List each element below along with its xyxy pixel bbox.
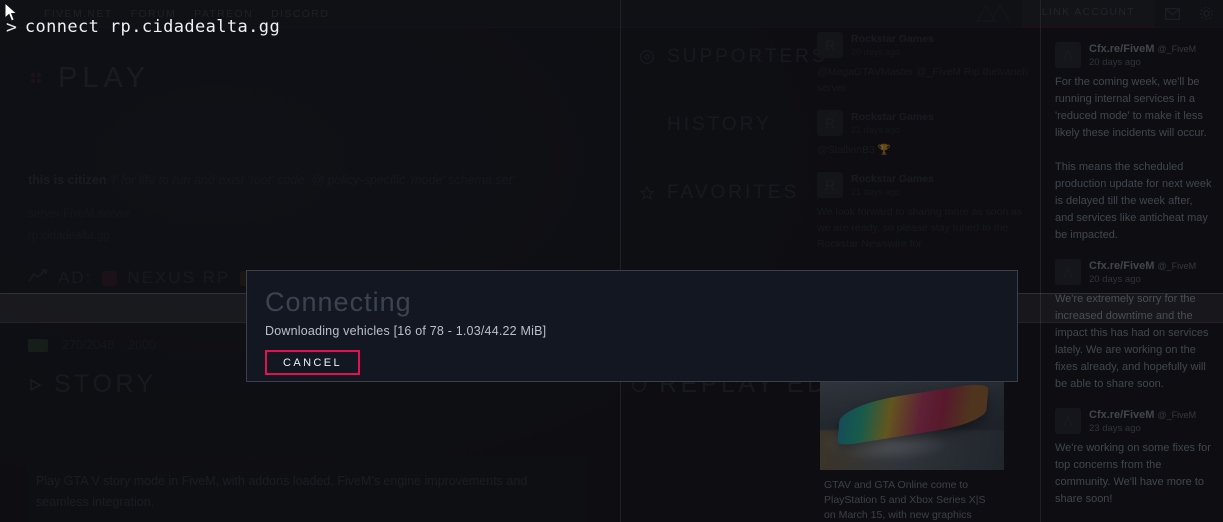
nav-patreon[interactable]: PATREON (194, 8, 253, 20)
play-title: PLAY (58, 62, 151, 94)
dialog-title: Connecting (265, 287, 412, 317)
play-icon (28, 70, 46, 88)
right-column-news-feed[interactable]: Λ Cfx.re/FiveM @_FiveM 20 days ago For t… (1040, 28, 1223, 522)
server-meta: server FiveM-server rp.cidadealta.gg (28, 203, 596, 247)
news-thumbnail (820, 382, 1004, 470)
ad-label: AD: (58, 268, 93, 287)
tweet-handle: @_FiveM (1157, 261, 1197, 271)
tweet-timestamp: 20 days ago (851, 47, 901, 57)
fivem-avatar-icon: Λ (1055, 42, 1081, 68)
fivem-avatar-icon: Λ (1055, 259, 1081, 285)
tweet-body: We're working on some fixes for top conc… (1055, 442, 1211, 505)
nav-links: FIVEM.NET FORUM PATREON DISCORD (44, 8, 329, 20)
column-divider-left (620, 0, 621, 522)
story-description: Play GTA V story mode in FiveM, with add… (36, 474, 528, 509)
mail-icon[interactable] (1155, 0, 1189, 28)
tweet-body: For the coming week, we'll be running in… (1055, 76, 1212, 241)
tweet-author: Cfx.re/FiveM @_FiveM (1089, 260, 1197, 272)
history-title: HISTORY (667, 114, 772, 135)
cancel-button[interactable]: CANCEL (265, 350, 361, 375)
trend-icon (28, 268, 48, 288)
tagline-rest: 'i' for life to run and exist 'root' cod… (106, 173, 515, 187)
server-meta-line1: server FiveM-server (28, 208, 131, 220)
avatar: R (817, 110, 843, 136)
avatar: R (817, 172, 843, 198)
tweet-timestamp: 21 days ago (851, 187, 901, 197)
tweet-body: @MegaGTAVMaster @_FiveM Rip thelvaneh se… (817, 66, 1029, 94)
tweet-item[interactable]: R Rockstar Games 20 days ago @MegaGTAVMa… (817, 32, 1037, 96)
tweet-author: Cfx.re/FiveM @_FiveM (1089, 409, 1197, 421)
tweet-header: R Rockstar Games 20 days ago (817, 32, 1037, 59)
tweet-handle: @_FiveM (1157, 410, 1197, 420)
tweet-item[interactable]: R Rockstar Games 21 days ago @StallionB3… (817, 110, 1037, 158)
server-list-row[interactable]: 270/2048 2000 (28, 338, 156, 352)
story-card[interactable]: Play GTA V story mode in FiveM, with add… (28, 457, 588, 522)
favorites-title: FAVORITES (667, 182, 800, 203)
ad-badge-left-icon (102, 270, 118, 286)
tweet-header: Λ Cfx.re/FiveM @_FiveM 20 days ago (1055, 259, 1213, 286)
star-icon (639, 185, 655, 201)
tweet-body: We're extremely sorry for the increased … (1055, 293, 1209, 390)
country-flag-icon (28, 338, 48, 352)
story-section: STORY Play GTA V story mode in FiveM, wi… (28, 370, 588, 522)
play-tagline: this is citizen 'i' for life to run and … (28, 173, 596, 187)
tweet-header: Λ Cfx.re/FiveM @_FiveM 23 days ago (1055, 408, 1213, 435)
news-caption: GTAV and GTA Online come to PlayStation … (824, 479, 986, 521)
avatar: R (817, 32, 843, 58)
server-meta-line2: rp.cidadealta.gg (28, 230, 110, 242)
tweet-body: @StallionB3 🏆 (817, 144, 891, 156)
tagline-bold: this is citizen (28, 173, 107, 187)
app-root: FIVEM.NET FORUM PATREON DISCORD LINK ACC… (0, 0, 1223, 522)
cfx-logo-icon (964, 0, 1022, 28)
column-divider-right (1040, 0, 1041, 522)
mouse-cursor-icon (4, 2, 18, 22)
connecting-dialog: Connecting Downloading vehicles [16 of 7… (246, 270, 1018, 382)
tweet-item[interactable]: Λ Cfx.re/FiveM @_FiveM 20 days ago We're… (1055, 259, 1213, 393)
tweet-author: Cfx.re/FiveM @_FiveM (1089, 43, 1197, 55)
nav-discord[interactable]: DISCORD (271, 8, 329, 20)
tweet-timestamp: 21 days ago (851, 125, 901, 135)
story-title: STORY (54, 370, 157, 398)
nav-fivem-net[interactable]: FIVEM.NET (44, 8, 113, 20)
gear-icon[interactable] (1189, 0, 1223, 28)
gta-news-card[interactable]: GTAV and GTA Online come to PlayStation … (820, 382, 1004, 522)
tweet-item[interactable]: R Rockstar Games 21 days ago We look for… (817, 172, 1037, 252)
server-player-count: 270/2048 (62, 338, 115, 352)
server-ping: 2000 (128, 338, 156, 352)
tweet-header: Λ Cfx.re/FiveM @_FiveM 20 days ago (1055, 42, 1213, 69)
link-account-button[interactable]: LINK ACCOUNT (1021, 0, 1155, 28)
tweet-handle: @_FiveM (1157, 44, 1197, 54)
play-triangle-icon (28, 378, 42, 392)
ad-server-name: NEXUS RP (127, 268, 231, 287)
tweet-body: We look forward to sharing more as soon … (817, 206, 1023, 250)
nav-forum[interactable]: FORUM (131, 8, 177, 20)
tweet-author: Rockstar Games (851, 33, 934, 45)
supporters-icon (639, 49, 655, 65)
top-right-controls: LINK ACCOUNT (964, 0, 1223, 28)
tweet-timestamp: 23 days ago (1089, 423, 1141, 434)
supporters-title: SUPPORTERS (667, 46, 828, 67)
dialog-status-text: Downloading vehicles [16 of 78 - 1.03/44… (265, 324, 547, 338)
tweet-item[interactable]: Λ Cfx.re/FiveM @_FiveM 23 days ago We're… (1055, 408, 1213, 508)
tweet-item[interactable]: Λ Cfx.re/FiveM @_FiveM 20 days ago For t… (1055, 42, 1213, 244)
tweet-author: Rockstar Games (851, 111, 934, 123)
tweet-author: Rockstar Games (851, 173, 934, 185)
play-section-header[interactable]: PLAY (28, 62, 596, 95)
tweet-header: R Rockstar Games 21 days ago (817, 172, 1037, 199)
fivem-avatar-icon: Λ (1055, 408, 1081, 434)
ad-banner-row[interactable]: AD: NEXUS RP (28, 268, 256, 288)
tweet-header: R Rockstar Games 21 days ago (817, 110, 1037, 137)
tweet-timestamp: 20 days ago (1089, 274, 1141, 285)
tweet-timestamp: 20 days ago (1089, 57, 1141, 68)
